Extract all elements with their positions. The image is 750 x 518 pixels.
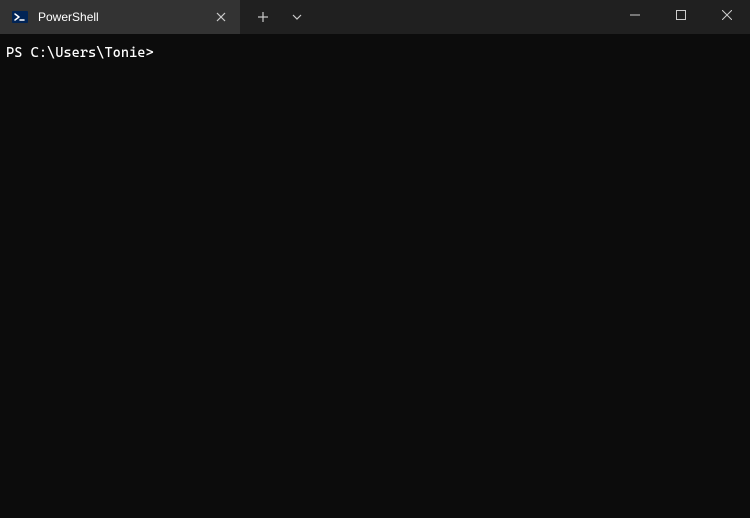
- prompt-text: PS C:\Users\Tonie>: [6, 45, 154, 61]
- minimize-icon: [630, 10, 640, 20]
- tab-title: PowerShell: [38, 10, 212, 24]
- tab-dropdown-button[interactable]: [280, 0, 314, 34]
- close-window-button[interactable]: [704, 0, 750, 30]
- chevron-down-icon: [291, 11, 303, 23]
- new-tab-button[interactable]: [246, 0, 280, 34]
- titlebar: PowerShell: [0, 0, 750, 34]
- tab-powershell[interactable]: PowerShell: [0, 0, 240, 34]
- terminal-body[interactable]: PS C:\Users\Tonie>: [0, 34, 750, 72]
- maximize-icon: [676, 10, 686, 20]
- tab-close-button[interactable]: [212, 8, 230, 26]
- tab-controls: [240, 0, 314, 34]
- tab-area: PowerShell: [0, 0, 314, 34]
- window-controls: [612, 0, 750, 34]
- powershell-icon: [12, 9, 28, 25]
- minimize-button[interactable]: [612, 0, 658, 30]
- close-icon: [722, 10, 732, 20]
- plus-icon: [257, 11, 269, 23]
- close-icon: [216, 12, 226, 22]
- maximize-button[interactable]: [658, 0, 704, 30]
